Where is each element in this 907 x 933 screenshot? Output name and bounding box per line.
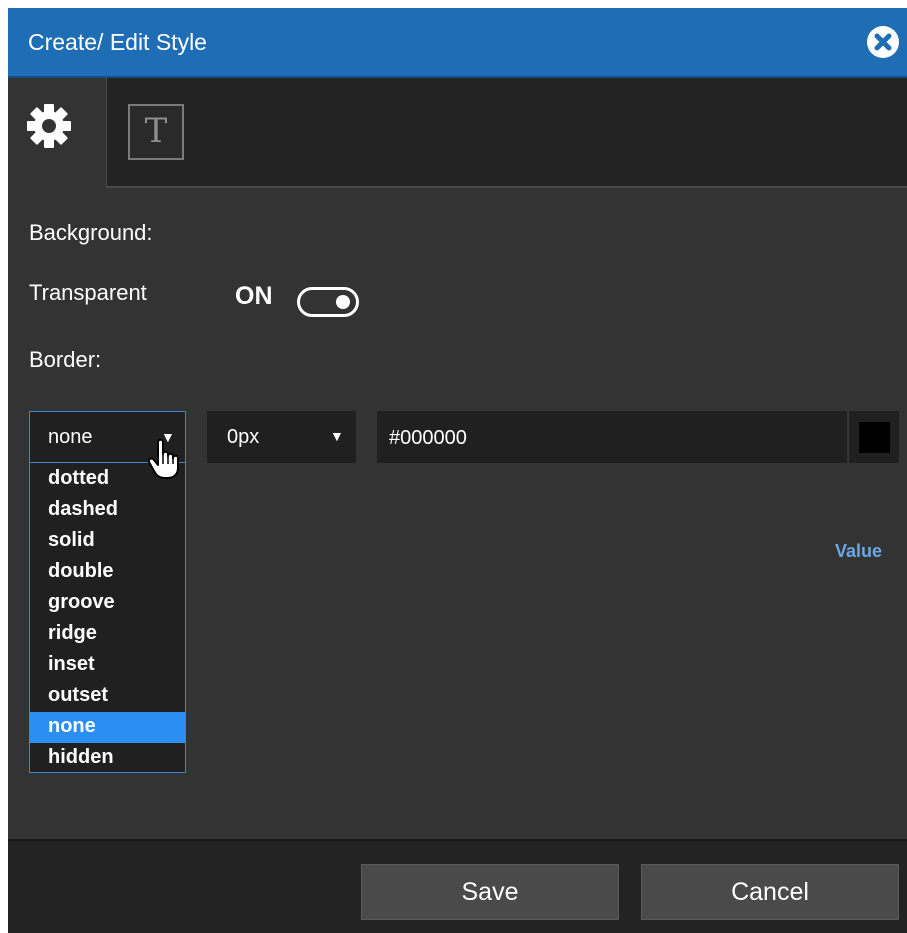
option-label: ridge bbox=[48, 622, 97, 644]
tab-text-style[interactable]: T bbox=[128, 104, 184, 160]
option-inset[interactable]: inset bbox=[30, 650, 185, 681]
option-label: none bbox=[48, 715, 96, 737]
tab-settings[interactable] bbox=[8, 78, 107, 188]
value-link[interactable]: Value bbox=[835, 541, 882, 562]
tab-bar: T bbox=[8, 78, 907, 188]
border-width-select[interactable]: 0px ▼ bbox=[207, 411, 356, 463]
chevron-down-icon: ▼ bbox=[330, 428, 344, 444]
border-width-value: 0px bbox=[227, 426, 260, 448]
option-label: inset bbox=[48, 653, 95, 675]
transparent-toggle[interactable] bbox=[297, 287, 359, 317]
text-format-icon: T bbox=[144, 111, 168, 151]
border-style-value: none bbox=[48, 426, 93, 448]
option-label: groove bbox=[48, 591, 115, 613]
dialog-title: Create/ Edit Style bbox=[28, 29, 207, 55]
border-label: Border: bbox=[29, 347, 102, 372]
option-double[interactable]: double bbox=[30, 557, 185, 588]
color-swatch bbox=[859, 422, 890, 453]
gear-icon bbox=[27, 104, 71, 148]
dialog-footer: Save Cancel bbox=[8, 839, 907, 933]
close-circle-icon bbox=[874, 33, 892, 51]
option-label: dashed bbox=[48, 498, 119, 520]
border-style-dropdown: dotted dashed solid double groove ridge … bbox=[29, 463, 186, 773]
option-label: hidden bbox=[48, 746, 114, 768]
close-button[interactable] bbox=[867, 26, 899, 58]
border-color-input[interactable]: #000000 bbox=[377, 411, 847, 463]
transparent-label: Transparent bbox=[29, 280, 147, 305]
option-hidden[interactable]: hidden bbox=[30, 743, 185, 774]
toggle-knob bbox=[336, 295, 350, 309]
background-label: Background: bbox=[29, 220, 153, 245]
option-label: outset bbox=[48, 684, 108, 706]
option-outset[interactable]: outset bbox=[30, 681, 185, 712]
option-groove[interactable]: groove bbox=[30, 588, 185, 619]
save-button[interactable]: Save bbox=[361, 864, 619, 920]
border-color-value: #000000 bbox=[389, 427, 467, 449]
style-dialog: Create/ Edit Style T Background: Transpa… bbox=[8, 8, 907, 933]
option-label: dotted bbox=[48, 467, 110, 489]
option-ridge[interactable]: ridge bbox=[30, 619, 185, 650]
option-label: solid bbox=[48, 529, 95, 551]
option-dashed[interactable]: dashed bbox=[30, 495, 185, 526]
transparent-state-text: ON bbox=[235, 282, 273, 310]
hand-cursor-icon bbox=[148, 438, 179, 479]
option-solid[interactable]: solid bbox=[30, 526, 185, 557]
color-picker-button[interactable] bbox=[848, 411, 899, 463]
title-bar: Create/ Edit Style bbox=[8, 8, 907, 78]
tab-divider bbox=[107, 186, 907, 188]
cancel-button[interactable]: Cancel bbox=[641, 864, 899, 920]
option-none[interactable]: none bbox=[30, 712, 185, 743]
option-label: double bbox=[48, 560, 114, 582]
